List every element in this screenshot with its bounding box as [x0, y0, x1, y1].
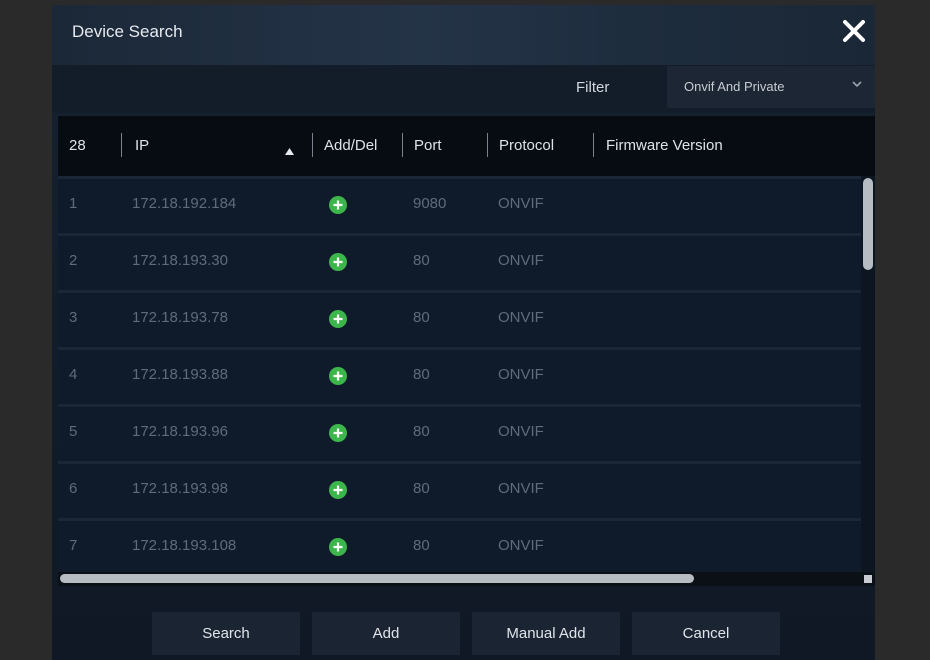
- add-device-icon[interactable]: [329, 481, 347, 499]
- row-protocol: ONVIF: [498, 423, 544, 440]
- row-port: 9080: [413, 195, 447, 212]
- horizontal-scrollbar-track[interactable]: [58, 572, 875, 586]
- scrollbar-corner: [864, 575, 872, 583]
- header-protocol[interactable]: Protocol: [499, 116, 554, 176]
- row-ip: 172.18.192.184: [132, 195, 237, 212]
- row-ip: 172.18.193.108: [132, 537, 237, 554]
- row-ip: 172.18.193.98: [132, 480, 228, 497]
- row-protocol: ONVIF: [498, 252, 544, 269]
- filter-select[interactable]: Onvif And Private: [667, 66, 875, 108]
- filter-select-value: Onvif And Private: [684, 79, 785, 94]
- row-number: 7: [69, 537, 78, 554]
- add-device-icon[interactable]: [329, 253, 347, 271]
- row-ip: 172.18.193.78: [132, 309, 228, 326]
- table-row[interactable]: 7 172.18.193.108 80 ONVIF: [58, 518, 861, 572]
- device-table: 28 IP Add/Del Port Protocol Firmware Ver…: [58, 116, 875, 586]
- row-port: 80: [413, 366, 430, 383]
- column-separator: [487, 133, 488, 157]
- table-row[interactable]: 6 172.18.193.98 80 ONVIF: [58, 461, 861, 518]
- column-separator: [593, 133, 594, 157]
- search-button[interactable]: Search: [152, 612, 300, 655]
- table-row[interactable]: 5 172.18.193.96 80 ONVIF: [58, 404, 861, 461]
- add-device-icon[interactable]: [329, 196, 347, 214]
- table-row[interactable]: 1 172.18.192.184 9080 ONVIF: [58, 176, 861, 233]
- add-device-icon[interactable]: [329, 310, 347, 328]
- row-number: 4: [69, 366, 78, 383]
- add-device-icon[interactable]: [329, 538, 347, 556]
- add-device-icon[interactable]: [329, 424, 347, 442]
- row-number: 5: [69, 423, 78, 440]
- row-port: 80: [413, 309, 430, 326]
- vertical-scrollbar-thumb[interactable]: [863, 178, 873, 270]
- row-ip: 172.18.193.30: [132, 252, 228, 269]
- row-number: 3: [69, 309, 78, 326]
- close-icon[interactable]: [842, 19, 866, 43]
- column-separator: [121, 133, 122, 157]
- table-row[interactable]: 2 172.18.193.30 80 ONVIF: [58, 233, 861, 290]
- row-protocol: ONVIF: [498, 309, 544, 326]
- table-row[interactable]: 4 172.18.193.88 80 ONVIF: [58, 347, 861, 404]
- row-number: 2: [69, 252, 78, 269]
- row-port: 80: [413, 252, 430, 269]
- device-search-dialog: Device Search Filter Onvif And Private 2…: [52, 5, 875, 660]
- add-device-icon[interactable]: [329, 367, 347, 385]
- device-count: 28: [69, 137, 86, 154]
- sort-ascending-icon[interactable]: [285, 142, 294, 155]
- column-separator: [312, 133, 313, 157]
- horizontal-scrollbar-thumb[interactable]: [60, 574, 694, 583]
- add-button[interactable]: Add: [312, 612, 460, 655]
- title-bar: Device Search: [52, 5, 875, 65]
- header-port[interactable]: Port: [414, 116, 442, 176]
- column-separator: [402, 133, 403, 157]
- row-protocol: ONVIF: [498, 537, 544, 554]
- manual-add-button[interactable]: Manual Add: [472, 612, 620, 655]
- header-ip[interactable]: IP: [135, 116, 149, 176]
- chevron-down-icon: [851, 78, 863, 90]
- row-protocol: ONVIF: [498, 366, 544, 383]
- row-protocol: ONVIF: [498, 195, 544, 212]
- dialog-title: Device Search: [72, 22, 183, 41]
- filter-label: Filter: [576, 79, 610, 96]
- row-ip: 172.18.193.88: [132, 366, 228, 383]
- row-port: 80: [413, 537, 430, 554]
- table-header: 28 IP Add/Del Port Protocol Firmware Ver…: [58, 116, 875, 176]
- row-port: 80: [413, 480, 430, 497]
- row-ip: 172.18.193.96: [132, 423, 228, 440]
- header-add-del[interactable]: Add/Del: [324, 116, 377, 176]
- row-protocol: ONVIF: [498, 480, 544, 497]
- table-row[interactable]: 3 172.18.193.78 80 ONVIF: [58, 290, 861, 347]
- row-number: 6: [69, 480, 78, 497]
- header-firmware-version[interactable]: Firmware Version: [606, 116, 723, 176]
- cancel-button[interactable]: Cancel: [632, 612, 780, 655]
- row-port: 80: [413, 423, 430, 440]
- row-number: 1: [69, 195, 78, 212]
- table-body[interactable]: 1 172.18.192.184 9080 ONVIF 2 172.18.193…: [58, 176, 861, 572]
